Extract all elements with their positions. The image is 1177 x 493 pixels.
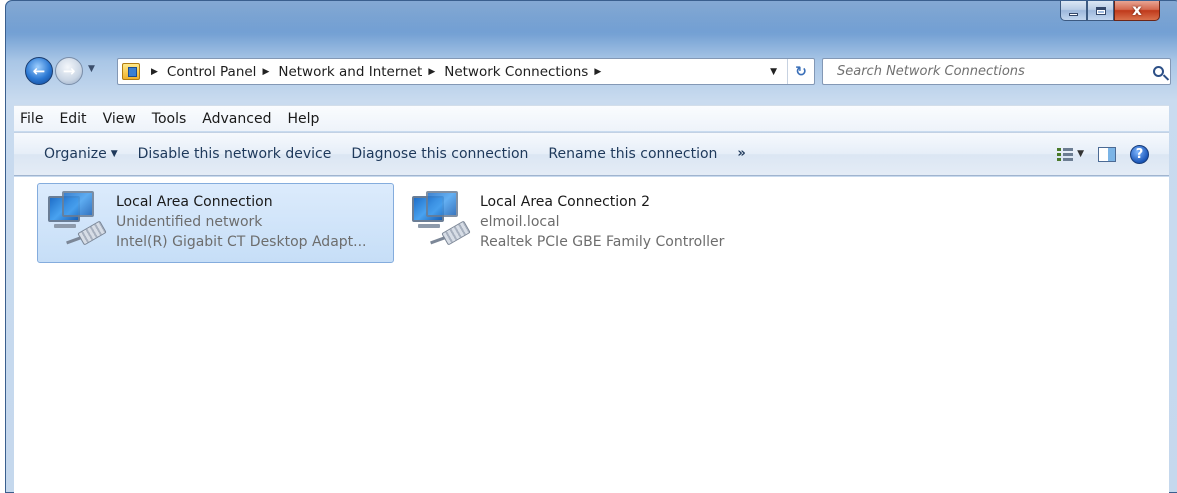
menu-help[interactable]: Help <box>279 108 327 130</box>
connections-list: Local Area Connection Unidentified netwo… <box>14 177 1169 493</box>
maximize-icon <box>1095 6 1106 15</box>
breadcrumb-control-panel[interactable]: Control Panel <box>167 64 257 80</box>
network-adapter-icon <box>44 190 110 254</box>
connection-name: Local Area Connection 2 <box>480 194 650 210</box>
maximize-button[interactable] <box>1087 1 1114 21</box>
minimize-button[interactable] <box>1060 1 1087 21</box>
close-icon: x <box>1132 1 1142 19</box>
minimize-icon <box>1069 12 1078 16</box>
organize-label: Organize <box>44 146 107 162</box>
change-view-button[interactable]: ▼ <box>1057 147 1084 162</box>
connection-details: Local Area Connection 2 elmoil.local Rea… <box>474 190 724 262</box>
forward-arrow-icon: → <box>62 62 76 80</box>
connection-device: Intel(R) Gigabit CT Desktop Adapt... <box>116 234 367 250</box>
search-button[interactable] <box>1146 60 1170 84</box>
command-bar-right: ▼ ? <box>1057 144 1149 164</box>
chevron-down-icon: ▼ <box>110 149 118 159</box>
address-history-dropdown-icon[interactable]: ▼ <box>770 67 777 77</box>
chevron-down-icon: ▼ <box>1077 149 1084 159</box>
back-arrow-icon: ← <box>32 62 46 80</box>
connection-details: Local Area Connection Unidentified netwo… <box>110 190 367 262</box>
control-panel-icon <box>122 63 140 80</box>
breadcrumb-separator-icon[interactable]: ▶ <box>262 67 269 77</box>
connection-tile[interactable]: Local Area Connection 2 elmoil.local Rea… <box>401 183 761 263</box>
connection-status: elmoil.local <box>480 214 560 230</box>
connection-device: Realtek PCIe GBE Family Controller <box>480 234 725 250</box>
recent-pages-dropdown[interactable]: ▼ <box>88 64 95 74</box>
organize-button[interactable]: Organize ▼ <box>34 140 128 168</box>
back-button[interactable]: ← <box>25 57 53 85</box>
command-bar: Organize ▼ Disable this network device Di… <box>14 132 1169 176</box>
close-button[interactable]: x <box>1114 1 1160 21</box>
connection-name: Local Area Connection <box>116 194 273 210</box>
more-commands-button[interactable]: » <box>727 140 755 168</box>
menu-view[interactable]: View <box>95 108 144 130</box>
breadcrumb-network-and-internet[interactable]: Network and Internet <box>278 64 422 80</box>
disable-device-button[interactable]: Disable this network device <box>128 140 342 168</box>
caption-buttons: x <box>1060 1 1160 23</box>
forward-button[interactable]: → <box>55 57 83 85</box>
diagnose-connection-button[interactable]: Diagnose this connection <box>341 140 538 168</box>
menu-tools[interactable]: Tools <box>144 108 195 130</box>
menu-advanced[interactable]: Advanced <box>194 108 279 130</box>
breadcrumb-network-connections[interactable]: Network Connections <box>444 64 588 80</box>
connection-tile[interactable]: Local Area Connection Unidentified netwo… <box>37 183 394 263</box>
address-bar[interactable]: ▶ Control Panel ▶ Network and Internet ▶… <box>117 58 815 85</box>
menu-file[interactable]: File <box>14 108 51 130</box>
menu-bar: File Edit View Tools Advanced Help <box>14 105 1169 131</box>
refresh-button[interactable]: ↻ <box>787 59 814 84</box>
rename-connection-button[interactable]: Rename this connection <box>538 140 727 168</box>
breadcrumb-separator-icon[interactable]: ▶ <box>151 67 158 77</box>
connection-status: Unidentified network <box>116 214 263 230</box>
refresh-icon: ↻ <box>795 63 807 80</box>
search-box <box>822 58 1171 85</box>
breadcrumb-separator-icon[interactable]: ▶ <box>594 67 601 77</box>
search-icon <box>1152 66 1164 77</box>
network-adapter-icon <box>408 190 474 254</box>
help-icon[interactable]: ? <box>1130 144 1149 164</box>
breadcrumb-separator-icon[interactable]: ▶ <box>428 67 435 77</box>
preview-pane-icon[interactable] <box>1098 146 1116 162</box>
menu-edit[interactable]: Edit <box>51 108 94 130</box>
details-view-icon <box>1057 147 1074 162</box>
search-input[interactable] <box>823 59 1146 84</box>
